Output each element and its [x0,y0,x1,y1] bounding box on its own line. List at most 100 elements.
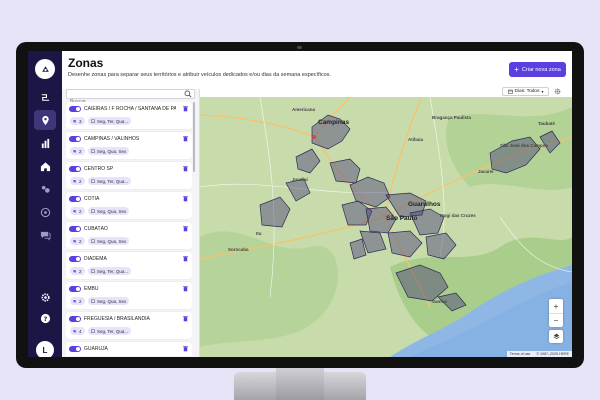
help-icon[interactable]: ? [34,308,56,328]
zone-card[interactable]: DIADEMA 2 Seg, Ter, Qua... [66,252,192,279]
zone-toggle[interactable] [69,166,81,172]
trash-icon[interactable] [182,135,189,142]
trash-icon[interactable] [182,345,189,352]
zone-toggle[interactable] [69,316,81,322]
trash-icon[interactable] [182,285,189,292]
calendar-icon [91,119,95,123]
routes-icon[interactable] [34,87,56,107]
zone-name: CAIEIRAS / F ROCHA / SANTANA DE PA... [84,106,176,112]
zoom-control: + − [549,299,563,327]
map-canvas[interactable] [200,97,572,357]
layers-icon [553,333,559,340]
zone-toggle[interactable] [69,136,81,142]
create-zone-label: Criar nova zona [521,66,561,73]
truck-icon [73,150,77,153]
gear-icon[interactable] [554,88,561,95]
trash-icon[interactable] [182,165,189,172]
truck-icon [73,270,77,273]
zoom-out-button[interactable]: − [549,313,563,327]
map-city-label: São Paulo [386,215,418,222]
vehicle-count: 2 [79,208,82,214]
days-badge: Seg, Ter, Qua... [88,117,132,125]
zoom-in-button[interactable]: + [549,299,563,313]
vehicle-count: 3 [79,118,82,124]
map-city-label: Sorocaba [228,247,249,252]
zone-card[interactable]: COTIA 2 Seg, Qua, Sex [66,192,192,219]
zone-name: EMBU [84,286,99,292]
page-header: Zonas Desenhe zonas para separar seus te… [62,51,572,89]
zone-days: Seg, Qua, Sex [97,148,127,154]
days-badge: Seg, Ter, Qua... [88,177,132,185]
bar-chart-icon[interactable] [34,133,56,153]
zone-days: Seg, Ter, Qua... [97,268,129,274]
zone-days: Seg, Ter, Qua... [97,118,129,124]
truck-icon [73,180,77,183]
vehicle-count-badge: 3 [70,117,85,125]
layers-button[interactable] [549,330,563,343]
trash-icon[interactable] [182,105,189,112]
map-city-label: São José dos Campos [500,143,549,148]
zone-name: CAMPINAS / VALINHOS [84,136,140,142]
days-badge: Seg, Qua, Sex [88,297,130,305]
zone-toggle[interactable] [69,106,81,112]
zone-toggle[interactable] [69,226,81,232]
days-badge: Seg, Qua, Sex [88,237,130,245]
map-city-label: Jacareí [478,169,494,174]
zone-toggle[interactable] [69,286,81,292]
zone-card[interactable]: GUARUJA [66,342,192,356]
vehicle-count: 2 [79,298,82,304]
stack-icon[interactable] [34,179,56,199]
zone-card[interactable]: CAIEIRAS / F ROCHA / SANTANA DE PA... 3 Se… [66,102,192,129]
vehicle-count: 2 [79,238,82,244]
calendar-icon [91,329,95,333]
zone-days: Seg, Ter, Qua... [97,328,129,334]
calendar-icon [91,269,95,273]
zone-card[interactable]: CAMPINAS / VALINHOS 2 Seg, Qua, Sex [66,132,192,159]
vehicle-count: 2 [79,268,82,274]
vehicle-count: 4 [79,328,82,334]
zone-name: CENTRO SP [84,166,114,172]
vehicle-count: 2 [79,148,82,154]
trash-icon[interactable] [182,195,189,202]
vehicle-count-badge: 2 [70,297,85,305]
trash-icon[interactable] [182,315,189,322]
map-pin-icon[interactable] [34,110,56,130]
calendar-icon [91,149,95,153]
zone-toggle[interactable] [69,346,81,352]
monitor-stand-neck [276,368,324,400]
zone-name: COTIA [84,196,100,202]
chat-icon[interactable] [34,225,56,245]
swirl-logo-icon[interactable] [35,59,55,79]
copyright-text: © 1987–2025 HERE [536,352,569,356]
truck-icon [73,120,77,123]
scrollbar[interactable] [193,102,195,172]
vehicle-count-badge: 2 [70,147,85,155]
zone-name: GUARUJA [84,346,108,352]
terms-link[interactable]: Terms of use [510,352,531,356]
truck-icon [73,210,77,213]
trash-icon[interactable] [182,225,189,232]
map-city-label: Itu [256,231,262,236]
create-zone-button[interactable]: + Criar nova zona [509,62,566,77]
days-filter-dropdown[interactable]: Dias: Todos ▾ [502,87,549,96]
trash-icon[interactable] [182,255,189,262]
zone-toggle[interactable] [69,196,81,202]
zone-card[interactable]: CENTRO SP 2 Seg, Ter, Qua... [66,162,192,189]
zone-days: Seg, Ter, Qua... [97,178,129,184]
zone-card[interactable]: CUBATÃO 2 Seg, Qua, Sex [66,222,192,249]
target-icon[interactable] [34,202,56,222]
settings-icon[interactable] [34,287,56,307]
svg-text:?: ? [43,314,47,322]
home-icon[interactable] [34,156,56,176]
search-box[interactable] [66,89,195,106]
search-icon[interactable] [184,90,192,98]
zones-panel: CAIEIRAS / F ROCHA / SANTANA DE PA...3 Se… [62,89,200,357]
zone-toggle[interactable] [69,256,81,262]
map-view[interactable]: Campinas São Paulo Guarulhos São José dos C… [200,97,572,357]
vehicle-count-badge: 4 [70,327,85,335]
map-city-label: Bragança Paulista [432,115,472,120]
zone-card[interactable]: EMBU 2 Seg, Qua, Sex [66,282,192,309]
zone-name: CUBATÃO [84,226,108,232]
avatar[interactable]: L [36,341,54,357]
zone-card[interactable]: FREGUESIA / BRASILANDIA 4 Seg, Ter, Qua... [66,312,192,339]
